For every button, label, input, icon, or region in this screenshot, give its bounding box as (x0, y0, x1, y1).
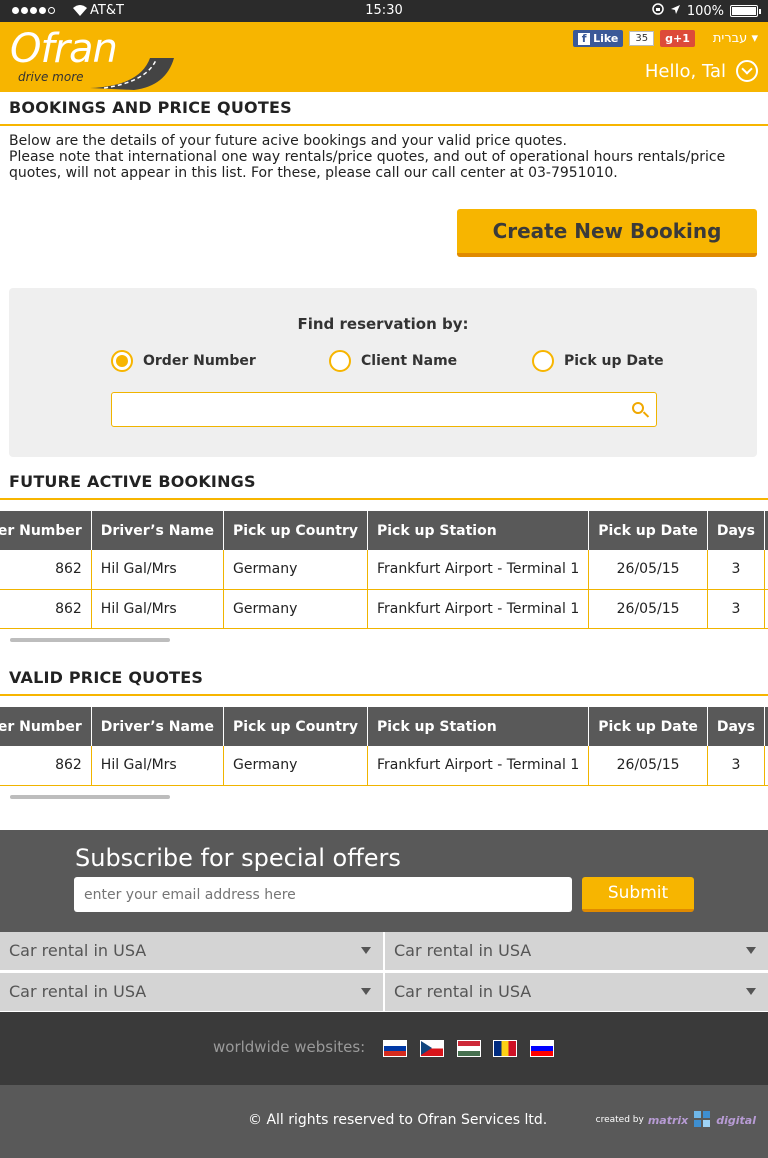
radio-icon[interactable] (111, 350, 133, 372)
col-size[interactable]: Si (764, 707, 768, 746)
table-row[interactable]: 862 Hil Gal/Mrs Germany Frankfurt Airpor… (0, 550, 768, 590)
rotation-lock-icon (652, 3, 664, 19)
subscribe-title: Subscribe for special offers (75, 844, 401, 872)
link-select-1[interactable]: Car rental in USA (0, 932, 383, 970)
col-size[interactable]: Si (764, 511, 768, 550)
like-count: 35 (629, 31, 655, 46)
col-pickup-station[interactable]: Pick up Station (367, 511, 590, 550)
greeting: Hello, Tal (644, 60, 726, 82)
col-pickup-country[interactable]: Pick up Country (223, 707, 368, 746)
chevron-down-icon[interactable] (736, 60, 758, 82)
user-menu[interactable]: Hello, Tal (645, 60, 758, 82)
table-header-row: Order Number Driver’s Name Pick up Count… (0, 707, 768, 746)
worldwide-websites: worldwide websites: (0, 1012, 768, 1085)
czech-flag-triangle (421, 1041, 432, 1055)
czech-flag-icon[interactable] (420, 1040, 444, 1057)
email-field[interactable] (74, 877, 572, 912)
submit-button[interactable]: Submit (582, 877, 694, 912)
dropdown-arrow-icon (361, 988, 371, 995)
future-table-scrollbar[interactable] (10, 638, 170, 642)
future-bookings-title: FUTURE ACTIVE BOOKINGS (0, 466, 768, 500)
col-pickup-date[interactable]: Pick up Date (588, 707, 708, 746)
search-icon[interactable] (632, 402, 644, 414)
google-plus-button[interactable]: g+1 (660, 30, 695, 47)
link-select-3[interactable]: Car rental in USA (0, 973, 383, 1011)
subscribe-section: Subscribe for special offers Submit (0, 830, 768, 932)
logo-tagline: drive more (18, 70, 84, 84)
matrix-logo-icon (694, 1111, 711, 1127)
valid-quotes-table-wrap[interactable]: Order Number Driver’s Name Pick up Count… (0, 707, 768, 787)
col-pickup-date[interactable]: Pick up Date (588, 511, 708, 550)
dropdown-arrow-icon (361, 947, 371, 954)
slovenia-flag-icon[interactable] (530, 1040, 554, 1057)
road-swoosh-icon (90, 58, 174, 90)
reservation-search (111, 392, 657, 427)
worldwide-label: worldwide websites: (213, 1038, 366, 1056)
radio-client-name[interactable]: Client Name (329, 350, 457, 372)
quotes-table-scrollbar[interactable] (10, 795, 170, 799)
copyright-text: © All rights reserved to Ofran Services … (248, 1112, 548, 1128)
radio-icon[interactable] (329, 350, 351, 372)
battery-icon (730, 5, 761, 17)
col-drivers-name[interactable]: Driver’s Name (91, 511, 225, 550)
table-row[interactable]: 862 Hil Gal/Mrs Germany Frankfurt Airpor… (0, 746, 768, 786)
dropdown-arrow-icon (746, 947, 756, 954)
radio-order-number[interactable]: Order Number (111, 350, 256, 372)
footer: © All rights reserved to Ofran Services … (0, 1085, 768, 1158)
valid-quotes-table: Order Number Driver’s Name Pick up Count… (0, 707, 768, 786)
rental-links: Car rental in USA Car rental in USA Car … (0, 932, 768, 1012)
reservation-search-input[interactable] (112, 393, 612, 426)
intro-text: Below are the details of your future aci… (9, 133, 726, 181)
valid-quotes-title: VALID PRICE QUOTES (0, 662, 768, 696)
find-reservation-panel: Find reservation by: Order Number Client… (9, 288, 757, 457)
russia-flag-icon[interactable] (383, 1040, 407, 1057)
col-pickup-station[interactable]: Pick up Station (367, 707, 590, 746)
radio-pickup-date[interactable]: Pick up Date (532, 350, 664, 372)
create-new-booking-button[interactable]: Create New Booking (457, 209, 757, 257)
dropdown-arrow-icon (746, 988, 756, 995)
link-select-4[interactable]: Car rental in USA (385, 973, 768, 1011)
facebook-icon: f (578, 32, 591, 45)
future-bookings-table-wrap[interactable]: Order Number Driver’s Name Pick up Count… (0, 511, 768, 631)
romania-flag-icon[interactable] (493, 1040, 517, 1057)
col-order-number[interactable]: Order Number (0, 707, 92, 746)
status-bar: AT&T 15:30 100% (0, 0, 768, 22)
site-header: Ofran drive more f Like 35 g+1 עברית ▾ H… (0, 22, 768, 92)
ofran-logo[interactable]: Ofran drive more (10, 26, 174, 90)
col-days[interactable]: Days (707, 707, 766, 746)
table-row[interactable]: 862 Hil Gal/Mrs Germany Frankfurt Airpor… (0, 589, 768, 629)
col-pickup-country[interactable]: Pick up Country (223, 511, 368, 550)
table-header-row: Order Number Driver’s Name Pick up Count… (0, 511, 768, 550)
hungary-flag-icon[interactable] (457, 1040, 481, 1057)
col-days[interactable]: Days (707, 511, 766, 550)
facebook-like-button[interactable]: f Like (573, 30, 624, 47)
find-title: Find reservation by: (297, 315, 469, 333)
radio-icon[interactable] (532, 350, 554, 372)
page-title: BOOKINGS AND PRICE QUOTES (0, 92, 768, 126)
language-selector[interactable]: עברית ▾ (713, 31, 758, 46)
location-icon (670, 4, 681, 19)
link-select-2[interactable]: Car rental in USA (385, 932, 768, 970)
col-drivers-name[interactable]: Driver’s Name (91, 707, 225, 746)
battery-label: 100% (686, 3, 724, 19)
col-order-number[interactable]: Order Number (0, 511, 92, 550)
created-by[interactable]: created by matrix digital (596, 1109, 756, 1131)
future-bookings-table: Order Number Driver’s Name Pick up Count… (0, 511, 768, 629)
